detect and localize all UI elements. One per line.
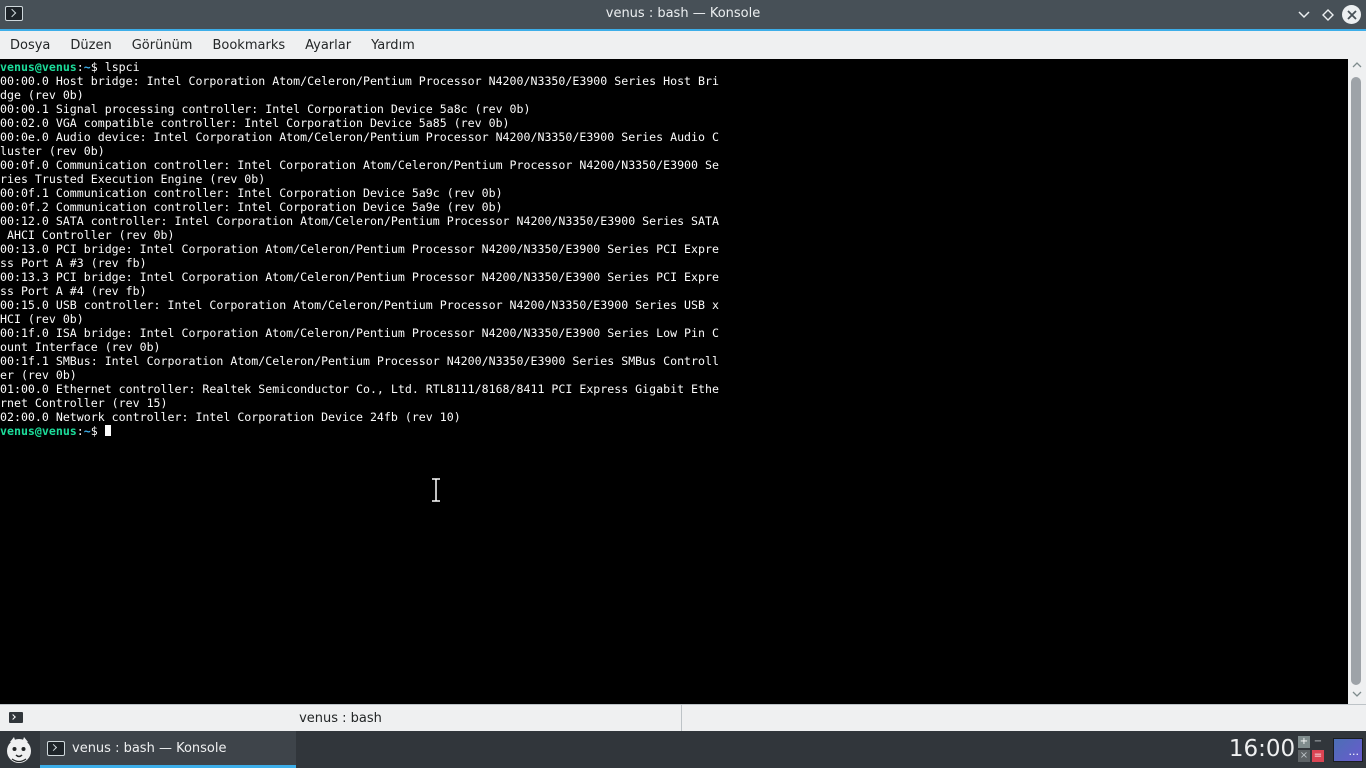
output-line: rnet Controller (rev 15) [0, 396, 168, 410]
output-line: 00:1f.0 ISA bridge: Intel Corporation At… [0, 326, 719, 340]
output-line: 00:15.0 USB controller: Intel Corporatio… [0, 298, 719, 312]
output-line: ss Port A #4 (rev fb) [0, 284, 147, 298]
plasma-launcher-icon[interactable] [2, 733, 36, 767]
tray-times-icon[interactable]: × [1298, 750, 1310, 762]
menu-duzen[interactable]: Düzen [60, 38, 121, 53]
prompt-user: venus@venus [0, 60, 77, 74]
output-line: 01:00.0 Ethernet controller: Realtek Sem… [0, 382, 719, 396]
output-line: 00:0f.2 Communication controller: Intel … [0, 200, 503, 214]
output-line: HCI (rev 0b) [0, 312, 84, 326]
output-line: ount Interface (rev 0b) [0, 340, 161, 354]
tray-equals-icon[interactable]: = [1312, 750, 1324, 762]
prompt-path: ~ [83, 60, 91, 74]
text-cursor [104, 425, 111, 436]
close-icon [1346, 9, 1357, 20]
tray-minus-icon[interactable]: − [1312, 736, 1324, 748]
menu-bar: Dosya Düzen Görünüm Bookmarks Ayarlar Ya… [0, 31, 1366, 59]
output-line: ries Trusted Execution Engine (rev 0b) [0, 172, 266, 186]
output-line: 00:13.0 PCI bridge: Intel Corporation At… [0, 242, 719, 256]
output-line: AHCI Controller (rev 0b) [0, 228, 175, 242]
terminal-output[interactable]: venus@venus:~$ lspci 00:00.0 Host bridge… [0, 59, 1348, 704]
window-titlebar[interactable]: venus : bash — Konsole [0, 0, 1366, 29]
taskbar-konsole-task[interactable]: venus : bash — Konsole [40, 731, 296, 768]
menu-ayarlar[interactable]: Ayarlar [295, 38, 361, 53]
tab-venus-bash[interactable]: venus : bash [0, 705, 682, 731]
output-line: dge (rev 0b) [0, 88, 84, 102]
maximize-button[interactable] [1318, 5, 1337, 24]
output-line: 00:12.0 SATA controller: Intel Corporati… [0, 214, 719, 228]
close-button[interactable] [1342, 5, 1361, 24]
system-tray[interactable]: + − × = [1298, 736, 1326, 764]
chevron-down-icon [1297, 10, 1310, 18]
terminal-scrollbar[interactable] [1348, 59, 1366, 704]
command-line: venus@venus:~$ lspci [0, 60, 140, 74]
output-line: 00:00.1 Signal processing controller: In… [0, 102, 531, 116]
menu-dosya[interactable]: Dosya [0, 38, 60, 53]
prompt-path: ~ [83, 424, 91, 438]
output-line: 00:13.3 PCI bridge: Intel Corporation At… [0, 270, 719, 284]
prompt-symbol: $ [90, 424, 98, 438]
tray-plus-icon[interactable]: + [1298, 736, 1310, 748]
command-text: lspci [97, 60, 140, 74]
active-prompt-line[interactable]: venus@venus:~$ [0, 424, 1348, 438]
output-line: 00:1f.1 SMBus: Intel Corporation Atom/Ce… [0, 354, 719, 368]
taskbar: venus : bash — Konsole 16:00 + − × = ... [0, 731, 1366, 768]
prompt-symbol: $ [90, 60, 98, 74]
ibeam-cursor-icon [432, 478, 440, 502]
scroll-down-icon[interactable] [1351, 690, 1363, 702]
tab-bar: venus : bash [0, 704, 1366, 731]
show-desktop-button[interactable]: ... [1333, 738, 1363, 762]
output-line: 00:0e.0 Audio device: Intel Corporation … [0, 130, 719, 144]
tab-label: venus : bash [299, 711, 382, 726]
window-title: venus : bash — Konsole [605, 6, 761, 21]
output-line: 00:02.0 VGA compatible controller: Intel… [0, 116, 510, 130]
output-line: 02:00.0 Network controller: Intel Corpor… [0, 410, 461, 424]
output-line: ss Port A #3 (rev fb) [0, 256, 147, 270]
minimize-button[interactable] [1294, 5, 1313, 24]
scrollbar-thumb[interactable] [1351, 77, 1361, 685]
scroll-up-icon[interactable] [1351, 61, 1363, 73]
output-line: 00:00.0 Host bridge: Intel Corporation A… [0, 74, 719, 88]
task-label: venus : bash — Konsole [72, 741, 227, 756]
menu-bookmarks[interactable]: Bookmarks [202, 38, 295, 53]
output-line: luster (rev 0b) [0, 144, 105, 158]
output-line: er (rev 0b) [0, 368, 77, 382]
prompt-user: venus@venus [0, 424, 77, 438]
menu-gorunum[interactable]: Görünüm [122, 38, 203, 53]
output-line: 00:0f.0 Communication controller: Intel … [0, 158, 719, 172]
diamond-icon [1321, 8, 1334, 21]
output-line: 00:0f.1 Communication controller: Intel … [0, 186, 503, 200]
menu-yardim[interactable]: Yardım [361, 38, 425, 53]
terminal-icon [47, 741, 65, 756]
clock[interactable]: 16:00 [1228, 736, 1296, 762]
